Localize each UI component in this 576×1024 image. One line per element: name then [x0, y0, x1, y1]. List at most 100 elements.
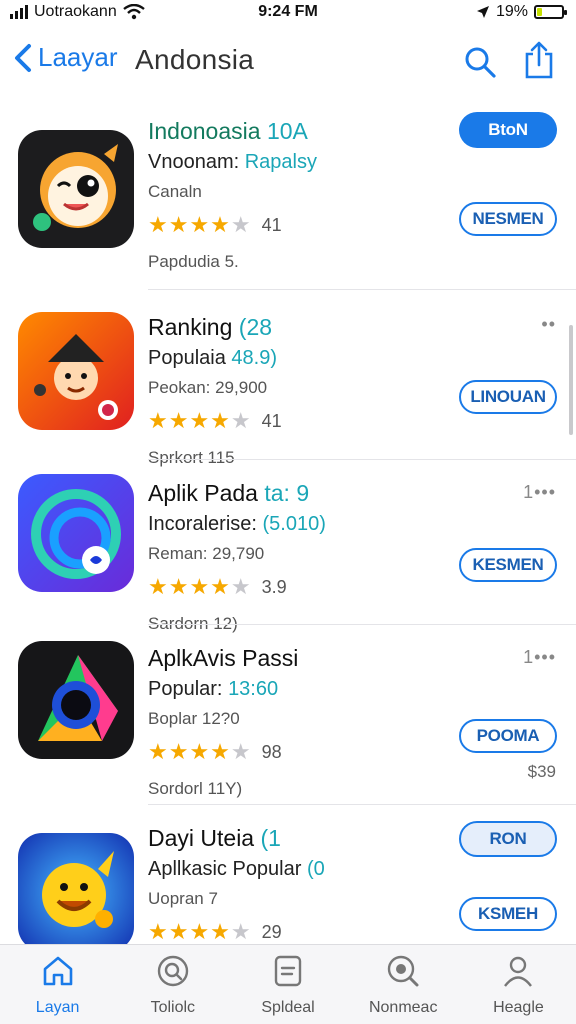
app-subtitle-text: Vnoonam: [148, 151, 240, 173]
page-title: Andonsia [135, 44, 255, 75]
app-title: AplkAvis Passi [148, 645, 298, 672]
scrollbar[interactable] [569, 325, 573, 435]
search-icon[interactable] [462, 44, 498, 80]
location-arrow-icon [476, 6, 489, 18]
app-subtitle: Incoralerise: (5.010) [148, 513, 326, 536]
battery-icon [534, 5, 567, 19]
get-button[interactable]: BtoN [459, 112, 557, 148]
app-meta: Peokan: 29,900 [148, 378, 268, 397]
app-title-accent: 10A [266, 118, 308, 144]
app-icon-cartoon-fox [18, 130, 134, 248]
app-title-text: Dayi Uteia [148, 825, 255, 851]
app-meta: Reman: 29,790 [148, 544, 265, 563]
document-icon [274, 955, 302, 987]
app-subtitle-text: Popular: [148, 678, 223, 700]
app-title-accent: (28 [238, 314, 273, 340]
tab-spldeal[interactable]: Spldeal [230, 945, 345, 1024]
app-icon-smiley-face [18, 833, 134, 944]
get-button[interactable]: KESMEN [459, 548, 557, 582]
app-title: Aplik Pada ta: 9 [148, 480, 326, 507]
more-icon[interactable]: 1••• [523, 647, 556, 668]
star-rating: ★★★★★ [148, 574, 252, 599]
app-meta: Canaln [148, 182, 202, 201]
app-title-text: Ranking [148, 314, 233, 340]
tab-toliolc[interactable]: Toliolc [115, 945, 230, 1024]
person-icon [504, 956, 533, 987]
app-icon-pirate-character [18, 312, 134, 430]
secondary-button[interactable]: NESMEN [459, 202, 557, 236]
app-info: Ranking (28 Populaia 48.9) Peokan: 29,90… [148, 314, 282, 468]
price-label: $39 [527, 762, 556, 781]
rating: ★★★★★ 29 [148, 919, 325, 944]
tab-label: Layan [35, 999, 80, 1016]
app-title-accent: ta: 9 [264, 480, 310, 506]
rating: ★★★★★ 41 [148, 408, 282, 434]
star-rating: ★★★★★ [148, 212, 252, 237]
app-info: Aplik Pada ta: 9 Incoralerise: (5.010) R… [148, 480, 326, 634]
chevron-left-icon [15, 43, 31, 72]
app-footer: Papdudia 5. [148, 252, 239, 271]
rating-count: 41 [261, 214, 282, 235]
share-icon[interactable] [522, 40, 556, 80]
more-icon[interactable]: 1••• [523, 482, 556, 503]
tab-home[interactable]: Layan [0, 945, 115, 1024]
list-item[interactable]: Ranking (28 Populaia 48.9) Peokan: 29,90… [0, 290, 576, 467]
secondary-button[interactable]: KSMEH [459, 897, 557, 931]
app-footer: Sordorl 11Y) [148, 779, 243, 798]
get-button[interactable]: POOMA [459, 719, 557, 753]
search-circle-icon [157, 955, 188, 987]
home-icon [43, 956, 72, 986]
app-info: AplkAvis Passi Popular: 13:60 Boplar 12?… [148, 645, 298, 799]
tab-heagle[interactable]: Heagle [461, 945, 576, 1024]
app-info: Dayi Uteia (1 Apllkasic Popular (0 Uopra… [148, 825, 325, 944]
tab-label: Heagle [493, 999, 544, 1016]
list-item[interactable]: Dayi Uteia (1 Apllkasic Popular (0 Uopra… [0, 805, 576, 944]
rating-count: 29 [261, 921, 282, 942]
app-subtitle: Vnoonam: Rapalsy [148, 151, 317, 174]
app-title: Indonoasia 10A [148, 118, 317, 145]
app-subtitle-accent: (0 [306, 858, 325, 880]
list-item[interactable]: AplkAvis Passi Popular: 13:60 Boplar 12?… [0, 625, 576, 805]
rating: ★★★★★ 98 [148, 739, 298, 765]
app-subtitle: Populaia 48.9) [148, 347, 282, 370]
app-title: Ranking (28 [148, 314, 282, 341]
app-subtitle: Apllkasic Popular (0 [148, 858, 325, 881]
rating-count: 3.9 [261, 576, 287, 597]
app-subtitle-text: Populaia [148, 347, 226, 369]
app-subtitle-accent: (5.010) [262, 513, 326, 535]
rating-count: 98 [261, 741, 282, 762]
tab-nonmeac[interactable]: Nonmeac [346, 945, 461, 1024]
get-button[interactable]: LINOUAN [459, 380, 557, 414]
app-meta: Uopran 7 [148, 889, 218, 908]
app-title-text: AplkAvis Passi [148, 645, 299, 671]
app-subtitle: Popular: 13:60 [148, 678, 298, 701]
navigation-bar: Laayar Andonsia [0, 34, 576, 90]
tab-label: Toliolc [150, 999, 196, 1016]
get-button[interactable]: RON [459, 821, 557, 857]
app-subtitle-text: Apllkasic Popular [148, 858, 302, 880]
back-label: Laayar [38, 42, 118, 72]
app-icon-blue-swirl [18, 474, 134, 592]
list-item[interactable]: Aplik Pada ta: 9 Incoralerise: (5.010) R… [0, 460, 576, 633]
list-item[interactable]: Indonoasia 10A Vnoonam: Rapalsy Canaln ★… [0, 112, 576, 290]
star-rating: ★★★★★ [148, 408, 252, 433]
status-bar: Uotraokann 9:24 FM 19% [0, 0, 576, 26]
app-title: Dayi Uteia (1 [148, 825, 325, 852]
tab-label: Nonmeac [368, 999, 438, 1016]
back-button[interactable]: Laayar [12, 42, 118, 73]
app-title-text: Aplik Pada [148, 480, 258, 506]
battery-level [537, 8, 542, 16]
status-right: 19% [476, 3, 567, 21]
app-subtitle-accent: Rapalsy [244, 151, 317, 173]
rating: ★★★★★ 41 [148, 212, 317, 238]
app-subtitle-accent: 13:60 [228, 678, 279, 700]
rating: ★★★★★ 3.9 [148, 574, 326, 600]
tab-label: Spldeal [261, 999, 315, 1016]
battery-percent: 19% [495, 3, 528, 20]
app-title-text: Indonoasia [148, 118, 261, 144]
app-meta: Boplar 12?0 [148, 709, 240, 728]
app-icon-colorful-lens [18, 641, 134, 759]
more-icon[interactable]: •• [541, 314, 556, 335]
star-rating: ★★★★★ [148, 919, 252, 944]
app-info: Indonoasia 10A Vnoonam: Rapalsy Canaln ★… [148, 118, 317, 272]
